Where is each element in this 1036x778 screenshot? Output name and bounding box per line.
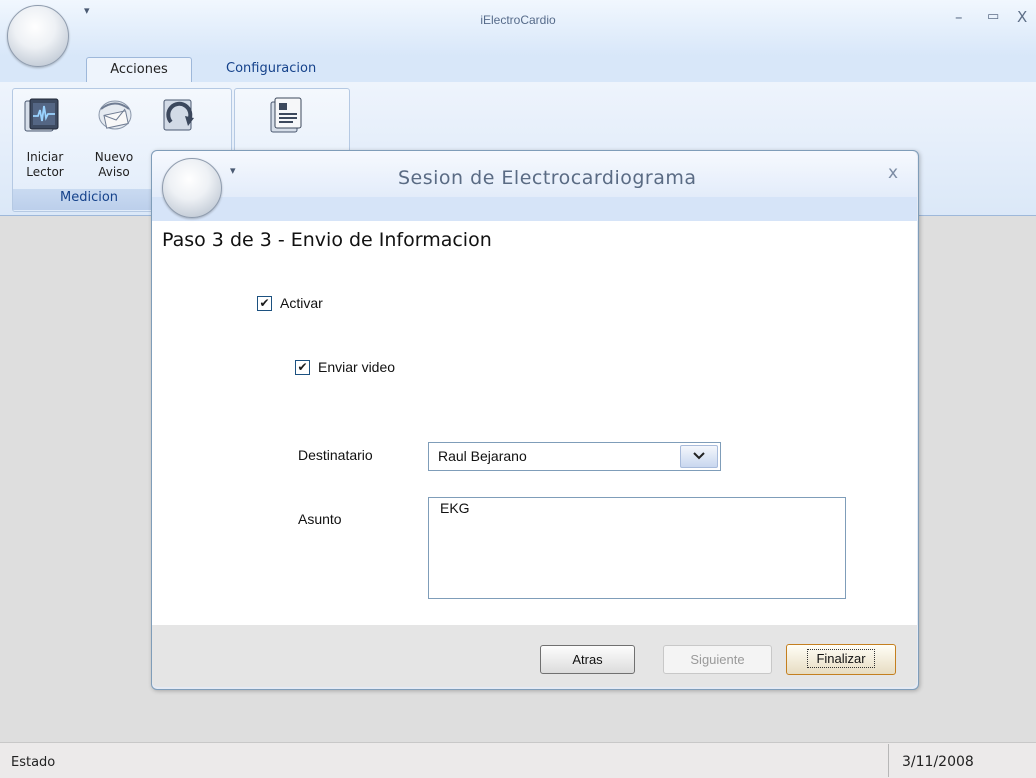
document-button[interactable] — [267, 96, 305, 138]
document-icon — [270, 97, 302, 133]
iniciar-lector-button[interactable] — [22, 96, 60, 138]
asunto-value: EKG — [440, 500, 470, 516]
lector-label-line2: Lector — [26, 165, 64, 179]
refresh-icon — [163, 99, 194, 131]
window-title: iElectroCardio — [480, 13, 556, 27]
step-heading: Paso 3 de 3 - Envio de Informacion — [162, 229, 492, 251]
iniciar-label-line1: Iniciar — [26, 150, 64, 164]
nuevo-aviso-label: Nuevo Aviso — [89, 150, 139, 180]
tab-acciones[interactable]: Acciones — [86, 57, 192, 83]
asunto-textarea[interactable] — [428, 497, 846, 599]
destinatario-value: Raul Bejarano — [438, 448, 527, 464]
dialog-orb-button[interactable] — [162, 158, 222, 218]
activar-label: Activar — [280, 295, 323, 311]
maximize-icon[interactable]: ▭ — [987, 9, 999, 24]
status-bar — [0, 742, 1036, 778]
dialog-ribbon-strip — [152, 197, 917, 221]
finalizar-button[interactable]: Finalizar — [786, 644, 896, 675]
tab-configuracion[interactable]: Configuracion — [214, 57, 328, 82]
close-icon[interactable]: X — [1017, 8, 1027, 26]
destinatario-label: Destinatario — [298, 447, 373, 463]
atras-button[interactable]: Atras — [540, 645, 635, 674]
dialog-title: Sesion de Electrocardiograma — [398, 167, 697, 189]
dialog-quick-access-icon[interactable]: ▾ — [230, 164, 236, 177]
ribbon-group-label: Medicion — [60, 190, 119, 205]
application-orb-button[interactable] — [7, 5, 69, 67]
status-date: 3/11/2008 — [902, 754, 974, 770]
mail-envelope-icon — [98, 100, 132, 130]
nuevo-label-line1: Nuevo — [94, 150, 134, 164]
siguiente-button[interactable]: Siguiente — [663, 645, 772, 674]
dropdown-button[interactable] — [680, 445, 718, 468]
status-divider — [888, 744, 889, 777]
enviar-video-label: Enviar video — [318, 359, 396, 375]
aviso-label-line2: Aviso — [98, 165, 130, 179]
minimize-icon[interactable]: – — [955, 8, 963, 26]
nuevo-aviso-button[interactable] — [96, 96, 134, 138]
enviar-video-checkbox[interactable]: ✔ — [295, 360, 310, 375]
ecg-monitor-icon — [24, 98, 59, 132]
iniciar-lector-label: Iniciar Lector — [20, 150, 70, 180]
asunto-label: Asunto — [298, 511, 342, 527]
title-bar — [0, 0, 1036, 56]
activar-checkbox[interactable]: ✔ — [257, 296, 272, 311]
refresh-button[interactable] — [161, 96, 199, 138]
finalizar-label: Finalizar — [807, 649, 875, 668]
dialog-close-icon[interactable]: x — [888, 163, 898, 183]
chevron-down-icon — [693, 452, 705, 460]
status-text: Estado — [11, 755, 56, 770]
